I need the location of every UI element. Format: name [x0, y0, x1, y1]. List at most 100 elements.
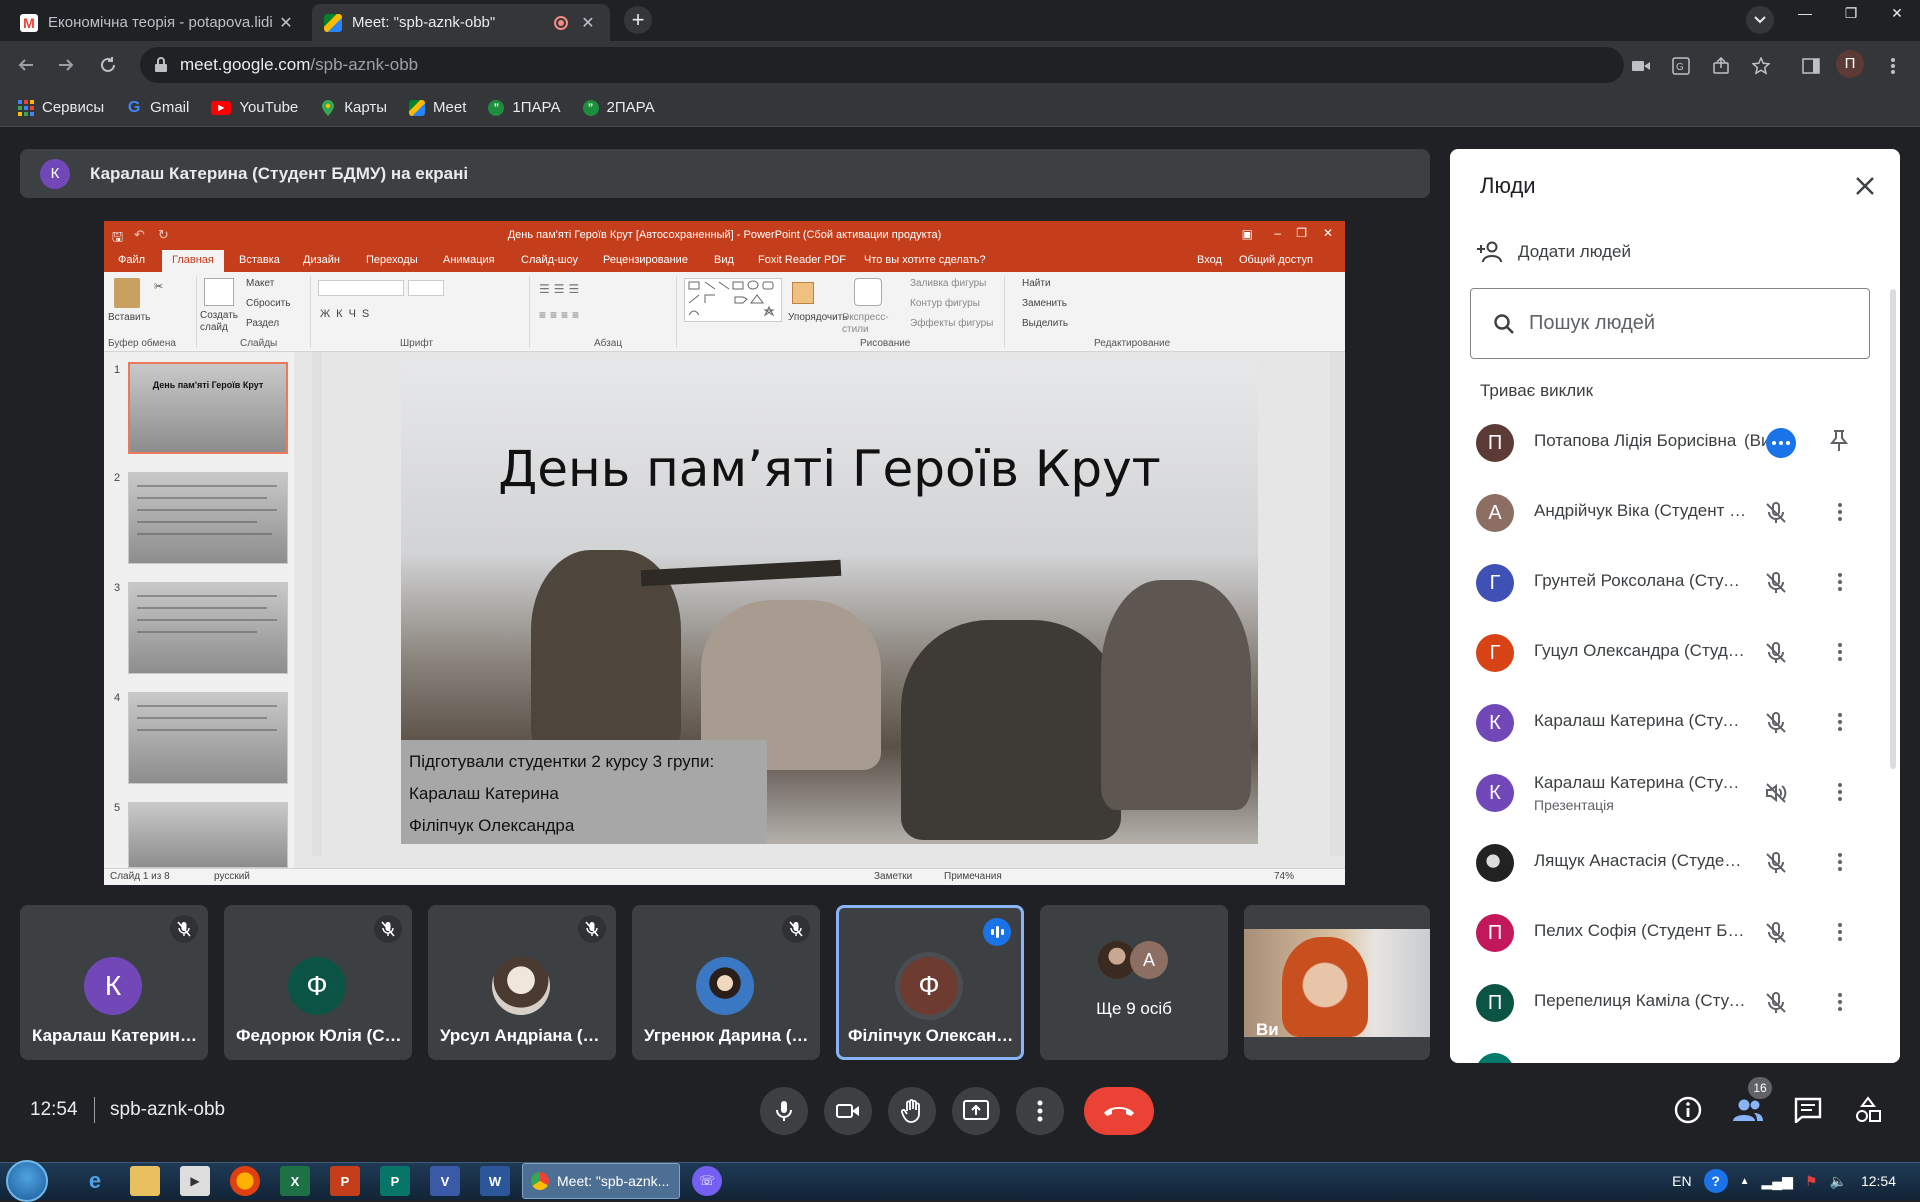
- excel-icon[interactable]: X: [280, 1166, 310, 1196]
- camera-in-use-icon[interactable]: [1630, 55, 1652, 77]
- participant-row[interactable]: П Пелих Софія (Студент БДМУ): [1450, 897, 1900, 967]
- slide-scrollbar: [1330, 352, 1344, 856]
- more-options-icon[interactable]: [1830, 849, 1850, 875]
- self-view-tile[interactable]: Ви: [1244, 905, 1430, 1060]
- participant-name: Угренюк Дарина (Студент БДМУ): [644, 1026, 810, 1045]
- participant-tile[interactable]: Ф Федорюк Юлія (Студент БДМУ): [224, 905, 412, 1060]
- present-button[interactable]: [952, 1087, 1000, 1135]
- visio-icon[interactable]: V: [430, 1166, 460, 1196]
- meet-icon: [409, 99, 426, 116]
- raise-hand-button[interactable]: [888, 1087, 936, 1135]
- media-player-icon[interactable]: ▶: [180, 1166, 210, 1196]
- back-button[interactable]: [12, 51, 40, 79]
- chat-button[interactable]: [1788, 1090, 1828, 1130]
- more-options-icon[interactable]: [1830, 569, 1850, 595]
- minimize-button[interactable]: —: [1782, 0, 1828, 26]
- side-panel-icon[interactable]: [1800, 55, 1822, 77]
- close-tab-icon[interactable]: ✕: [578, 13, 598, 33]
- participant-tile[interactable]: Угренюк Дарина (Студент БДМУ): [632, 905, 820, 1060]
- address-bar[interactable]: meet.google.com/spb-aznk-obb: [140, 47, 1624, 83]
- close-window-button[interactable]: ✕: [1874, 0, 1920, 26]
- close-panel-button[interactable]: [1852, 173, 1878, 199]
- viber-icon[interactable]: ☏: [692, 1166, 722, 1196]
- maximize-button[interactable]: ❐: [1828, 0, 1874, 26]
- taskbar-chrome-item[interactable]: Meet: "spb-aznk...: [522, 1163, 680, 1199]
- reload-button[interactable]: [94, 51, 122, 79]
- more-options-icon[interactable]: [1830, 639, 1850, 665]
- publisher-icon[interactable]: P: [380, 1166, 410, 1196]
- bookmark-maps[interactable]: Карты: [320, 99, 387, 116]
- powerpoint-icon[interactable]: P: [330, 1166, 360, 1196]
- thumbs-scrollbar: [312, 352, 322, 856]
- add-people-button[interactable]: Додати людей: [1476, 241, 1631, 263]
- camera-button[interactable]: [824, 1087, 872, 1135]
- leave-call-button[interactable]: [1084, 1087, 1154, 1135]
- ie-icon[interactable]: e: [80, 1166, 110, 1196]
- participant-row[interactable]: А Андрійчук Віка (Студент БДМУ): [1450, 477, 1900, 547]
- more-options-button[interactable]: [1016, 1087, 1064, 1135]
- language-indicator[interactable]: EN: [1672, 1173, 1691, 1189]
- more-options-icon[interactable]: [1830, 499, 1850, 525]
- new-tab-button[interactable]: +: [624, 6, 652, 34]
- participant-tile[interactable]: Урсул Андріана (Студент БДМУ): [428, 905, 616, 1060]
- more-options-icon[interactable]: [1830, 919, 1850, 945]
- participant-tile-speaking[interactable]: Ф Філіпчук Олександра (Студент БДМУ): [836, 905, 1024, 1060]
- add-people-label: Додати людей: [1518, 242, 1631, 261]
- participant-row[interactable]: Г Грунтей Роксолана (Студент БДМУ): [1450, 547, 1900, 617]
- ppt-ribbon-tabs: Файл Главная Вставка Дизайн Переходы Ани…: [104, 250, 1345, 272]
- microphone-button[interactable]: [760, 1087, 808, 1135]
- bookmark-label: 2ПАРА: [606, 99, 655, 116]
- translate-icon[interactable]: G: [1670, 55, 1692, 77]
- flag-icon[interactable]: ⚑: [1805, 1173, 1818, 1190]
- show-hidden-icons[interactable]: ▲: [1740, 1176, 1750, 1187]
- bookmark-gmail[interactable]: G Gmail: [126, 99, 189, 117]
- forward-button[interactable]: [52, 51, 80, 79]
- more-options-icon[interactable]: [1830, 779, 1850, 805]
- participant-name: Пелих Софія (Студент БДМУ): [1534, 921, 1749, 940]
- folder-icon[interactable]: [130, 1166, 160, 1196]
- panel-scrollbar[interactable]: [1890, 289, 1896, 769]
- taskbar-clock[interactable]: 12:54: [1861, 1173, 1896, 1189]
- start-button[interactable]: [6, 1160, 48, 1202]
- network-signal-icon[interactable]: ▂▄▆: [1762, 1173, 1793, 1190]
- ribbon-arrange: Упорядочить: [788, 312, 848, 323]
- help-icon[interactable]: ?: [1703, 1169, 1728, 1193]
- participant-row[interactable]: П Потапова Лідія Борисівна (Ви): [1450, 407, 1900, 477]
- slide-authors-box: Підготували студентки 2 курсу 3 групи: К…: [401, 740, 767, 844]
- share-icon[interactable]: [1710, 55, 1732, 77]
- ribbon-paste: Вставить: [108, 312, 151, 323]
- firefox-icon[interactable]: [230, 1166, 260, 1196]
- close-icon: [1856, 177, 1874, 195]
- meeting-details-button[interactable]: [1668, 1090, 1708, 1130]
- bookmark-1para[interactable]: ” 1ПАРА: [488, 99, 561, 116]
- search-people-input[interactable]: Пошук людей: [1470, 288, 1870, 359]
- profile-avatar[interactable]: П: [1836, 50, 1864, 78]
- participant-row[interactable]: Г Гуцул Олександра (Студент БДМУ): [1450, 617, 1900, 687]
- chat-icon: ”: [488, 99, 505, 116]
- close-tab-icon[interactable]: ✕: [276, 13, 296, 33]
- pin-icon[interactable]: [1828, 429, 1850, 458]
- ppt-tab: Вид: [714, 254, 734, 266]
- participant-row-presentation[interactable]: К Каралаш Катерина (Студент БДМУ) Презен…: [1450, 757, 1900, 827]
- more-options-icon[interactable]: [1830, 989, 1850, 1015]
- more-actions-icon[interactable]: [1766, 428, 1796, 458]
- volume-icon[interactable]: 🔈: [1830, 1173, 1847, 1190]
- bookmark-meet[interactable]: Meet: [409, 99, 466, 116]
- participant-row[interactable]: К Каралаш Катерина (Студент БДМУ): [1450, 687, 1900, 757]
- bookmark-star-icon[interactable]: [1750, 55, 1772, 77]
- bookmark-youtube[interactable]: ▶ YouTube: [211, 99, 298, 116]
- more-options-icon[interactable]: [1830, 709, 1850, 735]
- bookmark-services[interactable]: Сервисы: [18, 99, 104, 116]
- participant-row[interactable]: П Перепелиця Каміла (Студент БДМУ): [1450, 967, 1900, 1037]
- activities-button[interactable]: [1848, 1090, 1888, 1130]
- tab-meet[interactable]: Meet: "spb-aznk-obb" ✕: [312, 4, 610, 41]
- tab-gmail[interactable]: M Економічна теорія - potapova.lidi ✕: [8, 4, 308, 41]
- participant-tile[interactable]: К Каралаш Катерина (Студент БДМУ): [20, 905, 208, 1060]
- meet-icon: [324, 13, 342, 32]
- tab-search-button[interactable]: [1746, 6, 1774, 34]
- bookmark-2para[interactable]: ” 2ПАРА: [582, 99, 655, 116]
- more-participants-tile[interactable]: А Ще 9 осіб: [1040, 905, 1228, 1060]
- participant-row[interactable]: Лящук Анастасія (Студент БДМУ): [1450, 827, 1900, 897]
- kebab-menu-icon[interactable]: [1882, 55, 1904, 77]
- word-icon[interactable]: W: [480, 1166, 510, 1196]
